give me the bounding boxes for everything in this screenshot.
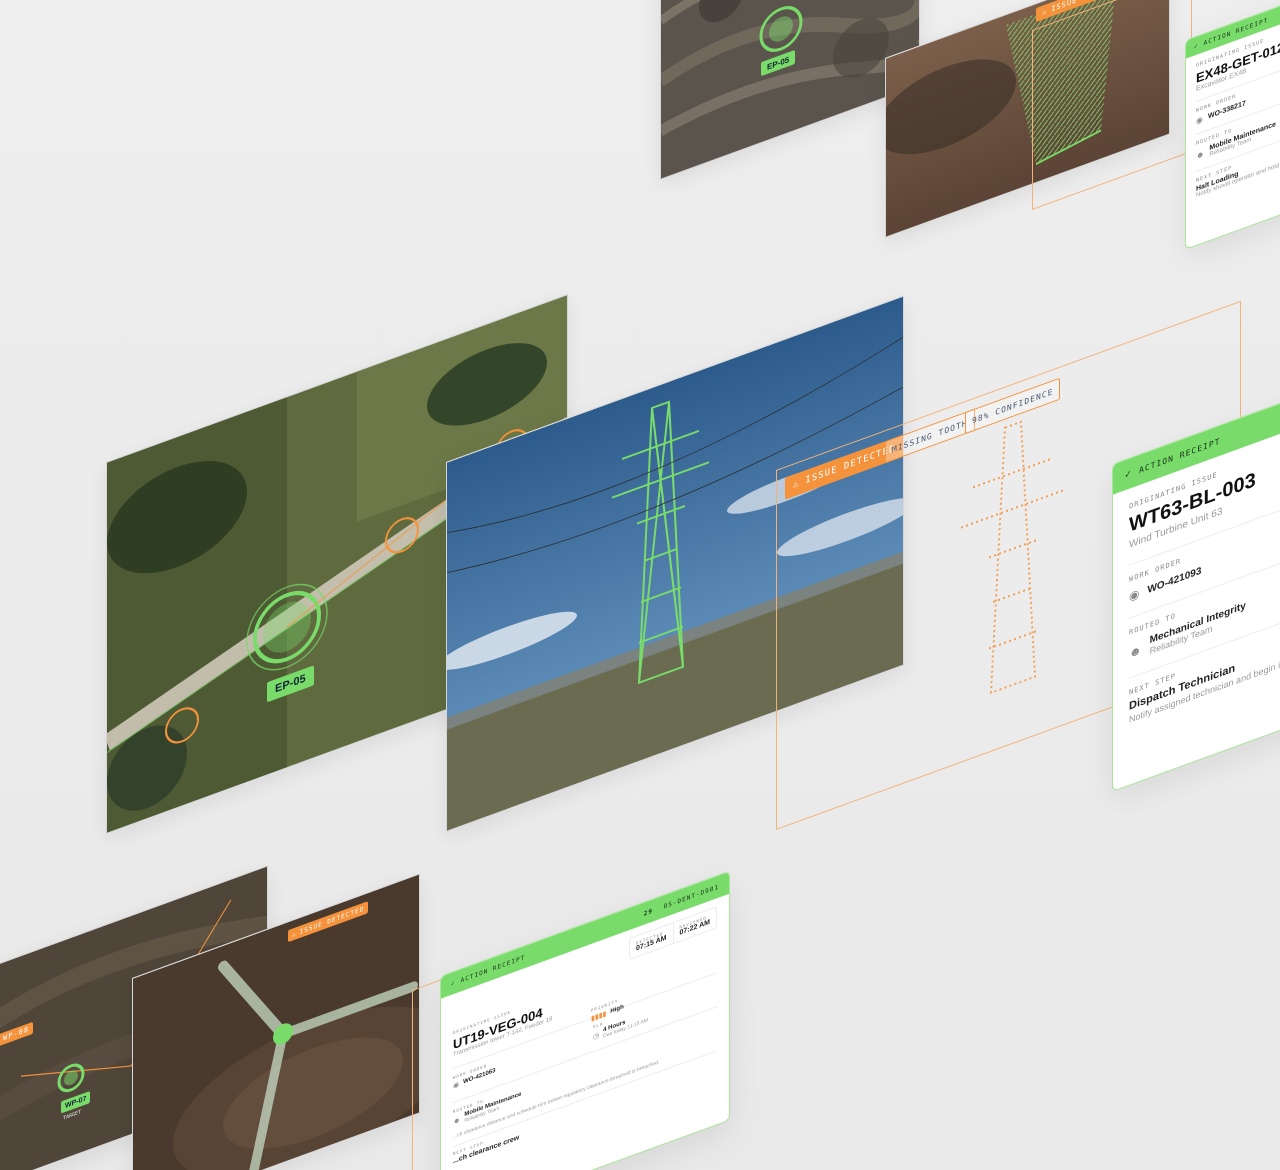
check-circle-icon: ✓ [451, 978, 456, 988]
team-icon: ☻ [1196, 148, 1205, 161]
check-circle-icon: ✓ [1194, 41, 1199, 51]
location-pin-icon: ◉ [453, 1081, 460, 1091]
check-circle-icon: ✓ [1125, 467, 1133, 481]
quarry-aerial-graphic [661, 0, 920, 180]
bottom-receipt-header-num: 29 [643, 906, 654, 918]
location-pin-icon: ◉ [1129, 585, 1140, 604]
illustration-stage: EP-05 ⚠ ISSUE DETECTED [0, 0, 1280, 1170]
team-icon: ☻ [1129, 641, 1142, 661]
team-icon: ☻ [453, 1116, 461, 1126]
warning-icon: ⚠ [292, 929, 297, 939]
warning-icon: ⚠ [793, 478, 800, 491]
warning-icon: ⚠ [1042, 6, 1048, 17]
clock-icon: ◷ [593, 1032, 600, 1042]
location-pin-icon: ◉ [1196, 114, 1203, 126]
top-action-receipt: ✓ ACTION RECEIPT ORIGINATING ISSUE EX48-… [1185, 0, 1280, 250]
top-map-image: EP-05 [660, 0, 920, 180]
top-detection-frame [1032, 0, 1192, 210]
bottom-action-receipt: ✓ ACTION RECEIPT 29 0S-DENT-D901 DETECTE… [440, 870, 730, 1170]
